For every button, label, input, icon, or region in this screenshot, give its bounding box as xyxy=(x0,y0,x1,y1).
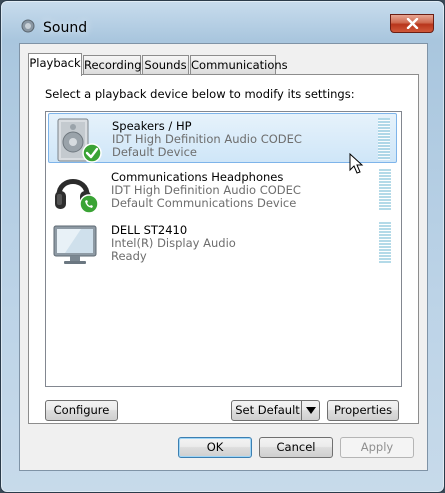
instructions-text: Select a playback device below to modify… xyxy=(45,87,355,101)
device-driver: Intel(R) Display Audio xyxy=(111,236,236,250)
set-default-label: Set Default xyxy=(235,403,300,417)
device-item-speakers[interactable]: Speakers / HP IDT High Definition Audio … xyxy=(48,113,397,163)
set-default-button[interactable]: Set Default xyxy=(231,400,320,421)
properties-button[interactable]: Properties xyxy=(327,400,399,421)
device-status: Default Device xyxy=(112,145,198,159)
close-button[interactable] xyxy=(390,14,434,33)
volume-meter xyxy=(379,222,391,264)
device-name: Speakers / HP xyxy=(112,119,192,133)
device-item-headphones[interactable]: Communications Headphones IDT High Defin… xyxy=(48,165,397,215)
device-driver: IDT High Definition Audio CODEC xyxy=(112,132,302,146)
device-status: Ready xyxy=(111,249,147,263)
volume-meter xyxy=(379,169,391,211)
device-status: Default Communications Device xyxy=(111,196,297,210)
playback-tab-panel: Select a playback device below to modify… xyxy=(28,74,419,424)
check-badge-icon xyxy=(82,143,102,163)
device-name: DELL ST2410 xyxy=(111,223,188,237)
volume-meter xyxy=(378,118,390,160)
device-driver: IDT High Definition Audio CODEC xyxy=(111,183,301,197)
sound-app-icon xyxy=(21,19,35,33)
apply-button[interactable]: Apply xyxy=(340,437,414,458)
chevron-down-icon xyxy=(305,407,316,414)
tab-communications[interactable]: Communications xyxy=(190,55,288,74)
cancel-button[interactable]: Cancel xyxy=(259,437,333,458)
tab-recording[interactable]: Recording xyxy=(83,55,142,74)
mouse-cursor-icon xyxy=(349,153,364,174)
configure-button[interactable]: Configure xyxy=(45,400,118,421)
window-title: Sound xyxy=(43,20,88,36)
title-bar[interactable]: Sound xyxy=(1,1,444,39)
device-item-dell-monitor[interactable]: DELL ST2410 Intel(R) Display Audio Ready xyxy=(48,218,397,268)
close-icon xyxy=(406,18,419,29)
dialog-client-area: Playback Recording Sounds Communications… xyxy=(19,43,428,471)
ok-button[interactable]: OK xyxy=(178,437,252,458)
tab-sounds[interactable]: Sounds xyxy=(142,55,189,74)
sound-dialog: Sound Playback Recording Sounds Communic… xyxy=(0,0,445,493)
tab-playback[interactable]: Playback xyxy=(28,53,82,76)
monitor-icon xyxy=(53,225,97,264)
device-name: Communications Headphones xyxy=(111,170,284,184)
set-default-dropdown[interactable] xyxy=(301,401,319,420)
phone-badge-icon xyxy=(79,194,99,214)
